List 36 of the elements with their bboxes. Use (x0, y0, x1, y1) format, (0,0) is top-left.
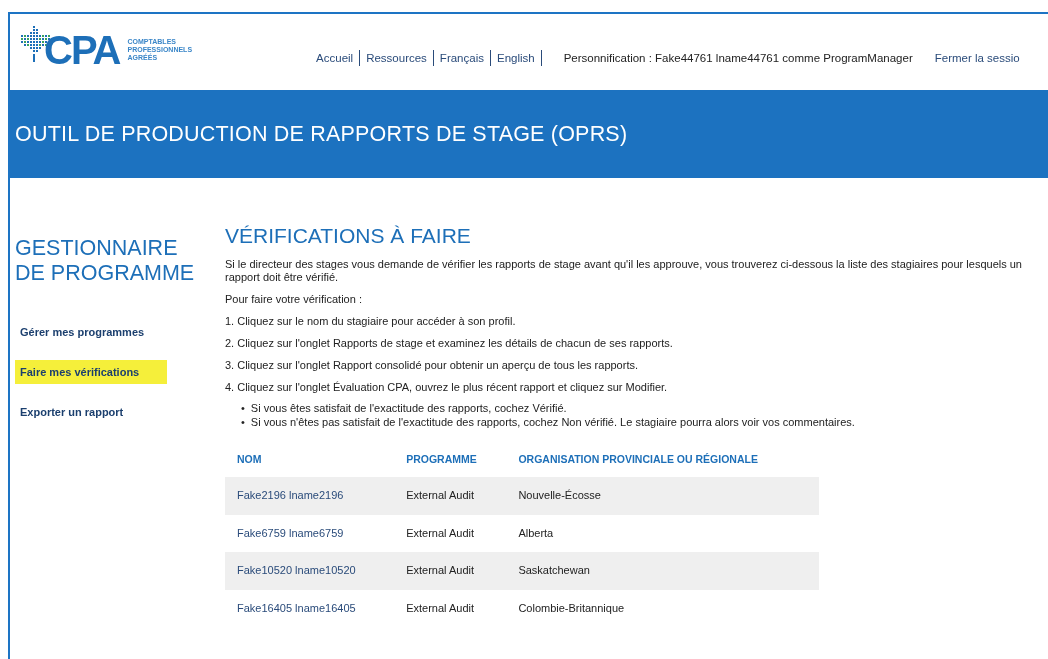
step-text: 4. Cliquez sur l'onglet Évaluation CPA, ouvrez le plus récent rapport et cliquez sur Modifier. (225, 381, 669, 394)
logo-mark: CPA (44, 30, 120, 70)
sidebar-link[interactable]: Gérer mes programmes (15, 320, 167, 344)
bullet-text: Si vous n'êtes pas satisfait de l'exactitude des rapports, cochez Non vérifié. Le stagiaire pourra alors voir vos commentaires. (250, 415, 855, 429)
nav-link[interactable]: Ressources (360, 50, 434, 66)
instruction-text: Pour faire votre vérification : (225, 293, 363, 306)
bullet-mark: • (241, 401, 245, 415)
logout-link[interactable]: Fermer la sessio (934, 52, 1020, 64)
column-header: NOM (225, 441, 395, 477)
column-header: ORGANISATION PROVINCIALE OU RÉGIONALE (506, 441, 819, 477)
bullet-text: Si vous êtes satisfait de l'exactitude des rapports, cochez Vérifié. (250, 401, 567, 415)
column-header: PROGRAMME (394, 441, 507, 477)
table-cell: Colombie-Britannique (518, 601, 625, 614)
table-cell: External Audit (406, 489, 475, 502)
table-cell: External Audit (406, 526, 475, 539)
step-text: 2. Cliquez sur l'onglet Rapports de stage et examinez les détails de chacun de ses rapports. (225, 337, 674, 350)
sidebar-link[interactable]: Faire mes vérifications (15, 360, 167, 384)
nav-link[interactable]: English (490, 50, 542, 66)
nav-link[interactable]: Accueil (310, 50, 361, 66)
banner-title: OUTIL DE PRODUCTION DE RAPPORTS DE STAGE (OPRS) (15, 121, 628, 147)
sidebar-link[interactable]: Exporter un rapport (15, 400, 167, 424)
table-cell: Nouvelle-Écosse (518, 489, 601, 502)
table-cell: Alberta (518, 526, 554, 539)
step-text: 3. Cliquez sur l'onglet Rapport consolidé pour obtenir un aperçu de tous les rapports. (225, 359, 639, 372)
table-cell: External Audit (406, 564, 475, 577)
bullet-mark: • (241, 415, 245, 429)
intro-text: Si le directeur des stages vous demande de vérifier les rapports de stage avant qu'il les approuve, vous trouverez ci-dessous la liste des stagiaires pour lesquels un rapport doit être vérifié. (225, 258, 1023, 284)
page-title: VÉRIFICATIONS À FAIRE (225, 224, 472, 248)
sidebar-title: GESTIONNAIRE DE PROGRAMME (15, 236, 196, 286)
trainee-link[interactable]: Fake6759 lname6759 (237, 526, 344, 539)
nav-link[interactable]: Français (433, 50, 491, 66)
trainee-link[interactable]: Fake16405 lname16405 (237, 601, 356, 614)
impersonation-text: Personnification : Fake44761 lname44761 comme ProgramManager (563, 52, 913, 64)
step-text: 1. Cliquez sur le nom du stagiaire pour accéder à son profil. (225, 315, 517, 328)
table-cell: Saskatchewan (518, 564, 590, 577)
table-cell: External Audit (406, 601, 475, 614)
